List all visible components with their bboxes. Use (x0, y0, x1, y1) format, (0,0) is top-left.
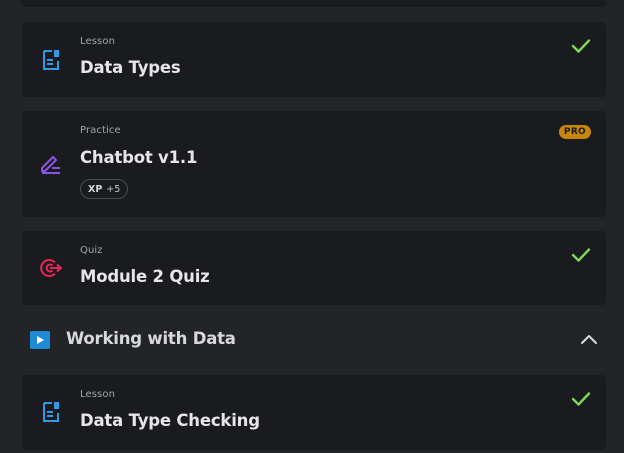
quiz-card-module-2[interactable]: Quiz Module 2 Quiz (22, 231, 606, 305)
item-title[interactable]: Chatbot v1.1 (80, 148, 197, 167)
checkmark-icon (571, 248, 591, 262)
xp-reward-pill: XP +5 (80, 179, 129, 199)
chevron-up-icon[interactable] (580, 332, 598, 346)
xp-value: +5 (106, 183, 121, 195)
checkmark-icon (571, 39, 591, 53)
section-header-working-with-data[interactable]: Working with Data (22, 318, 606, 362)
item-title[interactable]: Module 2 Quiz (80, 267, 210, 286)
section-title: Working with Data (66, 329, 236, 348)
item-type-label: Lesson (80, 389, 116, 400)
item-type-label: Lesson (80, 36, 116, 47)
lesson-card-data-type-checking[interactable]: Lesson Data Type Checking (22, 375, 606, 450)
target-icon (39, 256, 63, 280)
pencil-edit-icon (39, 151, 63, 175)
item-title[interactable]: Data Type Checking (80, 411, 260, 430)
item-title[interactable]: Data Types (80, 58, 181, 77)
practice-card-chatbot[interactable]: Practice PRO Chatbot v1.1 XP +5 (22, 111, 606, 217)
previous-item-card[interactable] (22, 0, 606, 7)
lesson-document-icon (39, 400, 63, 424)
item-type-label: Practice (80, 125, 121, 136)
item-type-label: Quiz (80, 245, 103, 256)
checkmark-icon (571, 392, 591, 406)
pro-badge: PRO (558, 125, 591, 139)
xp-label: XP (88, 183, 103, 195)
course-module-page: Lesson Data Types Practice PRO Chatbot v… (0, 0, 624, 453)
lesson-card-data-types[interactable]: Lesson Data Types (22, 22, 606, 97)
lesson-document-icon (39, 48, 63, 72)
play-icon (30, 331, 50, 349)
